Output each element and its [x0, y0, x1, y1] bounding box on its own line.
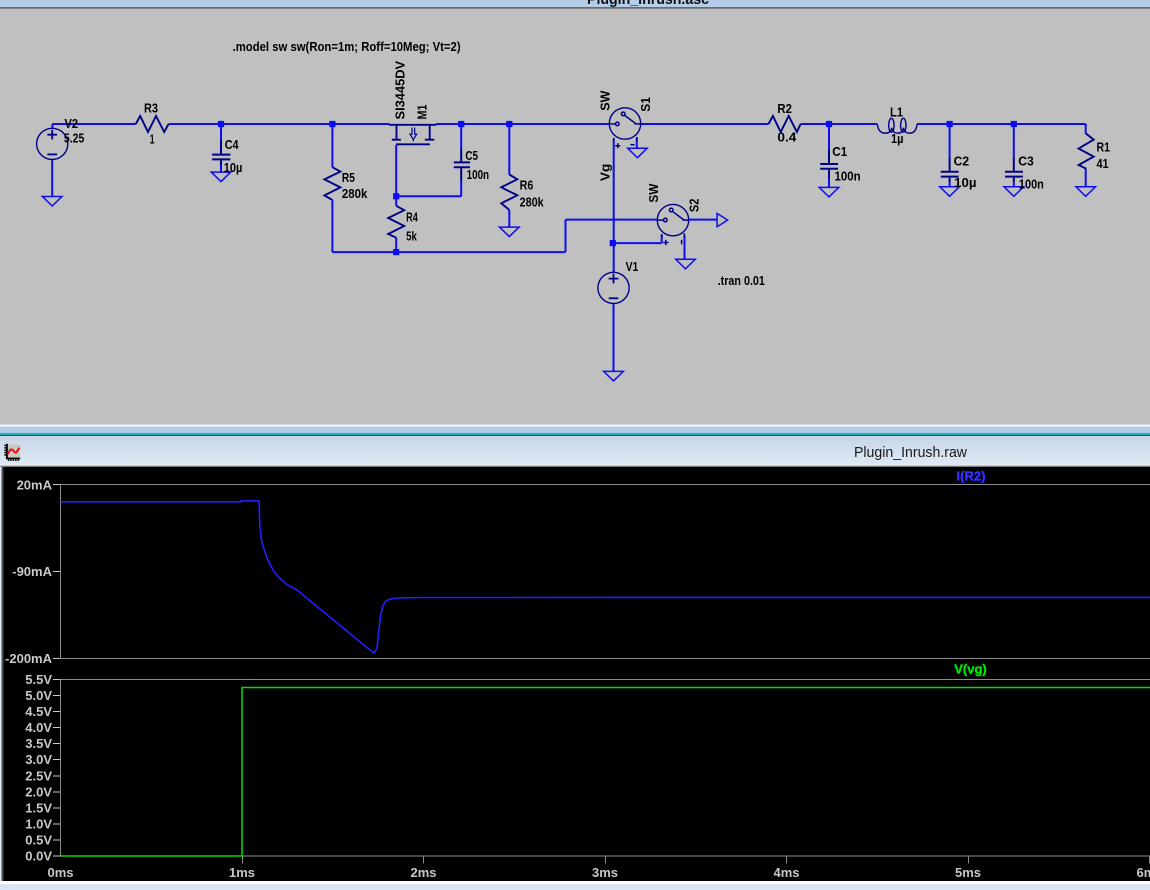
svg-text:100n: 100n: [1019, 177, 1044, 192]
svg-text:Plugin_Inrush.asc: Plugin_Inrush.asc: [587, 0, 709, 8]
svg-text:0ms: 0ms: [47, 865, 73, 880]
svg-text:1.0V: 1.0V: [25, 816, 52, 831]
svg-text:280k: 280k: [342, 186, 368, 201]
svg-text:1: 1: [150, 132, 155, 147]
svg-text:M1: M1: [414, 105, 429, 120]
svg-text:S1: S1: [638, 97, 653, 112]
svg-text:0.5V: 0.5V: [25, 832, 52, 847]
svg-text:S2: S2: [687, 199, 702, 213]
svg-text:41: 41: [1097, 156, 1109, 171]
svg-text:1µ: 1µ: [891, 131, 904, 146]
svg-text:SW: SW: [646, 183, 661, 203]
svg-text:5k: 5k: [406, 228, 417, 243]
svg-text:1ms: 1ms: [229, 865, 255, 880]
svg-text:.tran 0.01: .tran 0.01: [718, 273, 765, 288]
svg-text:3.5V: 3.5V: [25, 736, 52, 751]
svg-text:R1: R1: [1097, 140, 1111, 155]
svg-text:3.0V: 3.0V: [25, 752, 52, 767]
svg-text:0.4: 0.4: [777, 130, 797, 145]
svg-text:-90mA: -90mA: [12, 564, 52, 579]
svg-text:C3: C3: [1018, 154, 1034, 169]
svg-text:20mA: 20mA: [17, 477, 53, 492]
svg-text:SW: SW: [597, 90, 612, 111]
svg-text:100n: 100n: [835, 169, 861, 184]
svg-text:2.0V: 2.0V: [25, 784, 52, 799]
svg-text:V1: V1: [626, 259, 639, 274]
svg-text:R3: R3: [144, 101, 158, 116]
svg-text:5.25: 5.25: [64, 130, 84, 145]
svg-text:0.0V: 0.0V: [25, 848, 52, 863]
svg-text:Plugin_Inrush.raw: Plugin_Inrush.raw: [854, 444, 967, 461]
svg-text:C2: C2: [954, 154, 970, 169]
svg-text:1.5V: 1.5V: [25, 800, 52, 815]
svg-text:5.5V: 5.5V: [25, 672, 52, 687]
svg-text:5ms: 5ms: [955, 865, 981, 880]
svg-text:4ms: 4ms: [773, 865, 799, 880]
svg-text:I(R2): I(R2): [957, 469, 986, 484]
svg-text:2ms: 2ms: [410, 865, 436, 880]
svg-text:SI3445DV: SI3445DV: [392, 61, 407, 120]
svg-text:R5: R5: [342, 170, 355, 185]
svg-text:C4: C4: [225, 137, 240, 152]
svg-text:V2: V2: [65, 116, 79, 131]
svg-text:4.5V: 4.5V: [25, 704, 52, 719]
svg-text:L1: L1: [890, 104, 903, 119]
svg-text:R2: R2: [777, 101, 792, 116]
svg-text:10µ: 10µ: [224, 160, 243, 175]
svg-text:5.0V: 5.0V: [25, 688, 52, 703]
svg-text:100n: 100n: [467, 167, 490, 182]
svg-text:10µ: 10µ: [954, 175, 976, 190]
svg-text:C1: C1: [832, 144, 847, 159]
svg-text:6ms: 6ms: [1136, 865, 1150, 880]
svg-text:-200mA: -200mA: [5, 651, 53, 666]
svg-text:4.0V: 4.0V: [25, 720, 52, 735]
svg-text:.model sw sw(Ron=1m; Roff=10Me: .model sw sw(Ron=1m; Roff=10Meg; Vt=2): [233, 39, 461, 54]
svg-text:R4: R4: [406, 210, 418, 225]
svg-text:3ms: 3ms: [592, 865, 618, 880]
svg-text:280k: 280k: [520, 195, 545, 210]
svg-text:V(vg): V(vg): [954, 662, 987, 677]
svg-text:R6: R6: [520, 178, 534, 193]
svg-text:2.5V: 2.5V: [25, 768, 52, 783]
svg-text:C5: C5: [465, 148, 478, 163]
svg-text:Vg: Vg: [598, 164, 613, 182]
